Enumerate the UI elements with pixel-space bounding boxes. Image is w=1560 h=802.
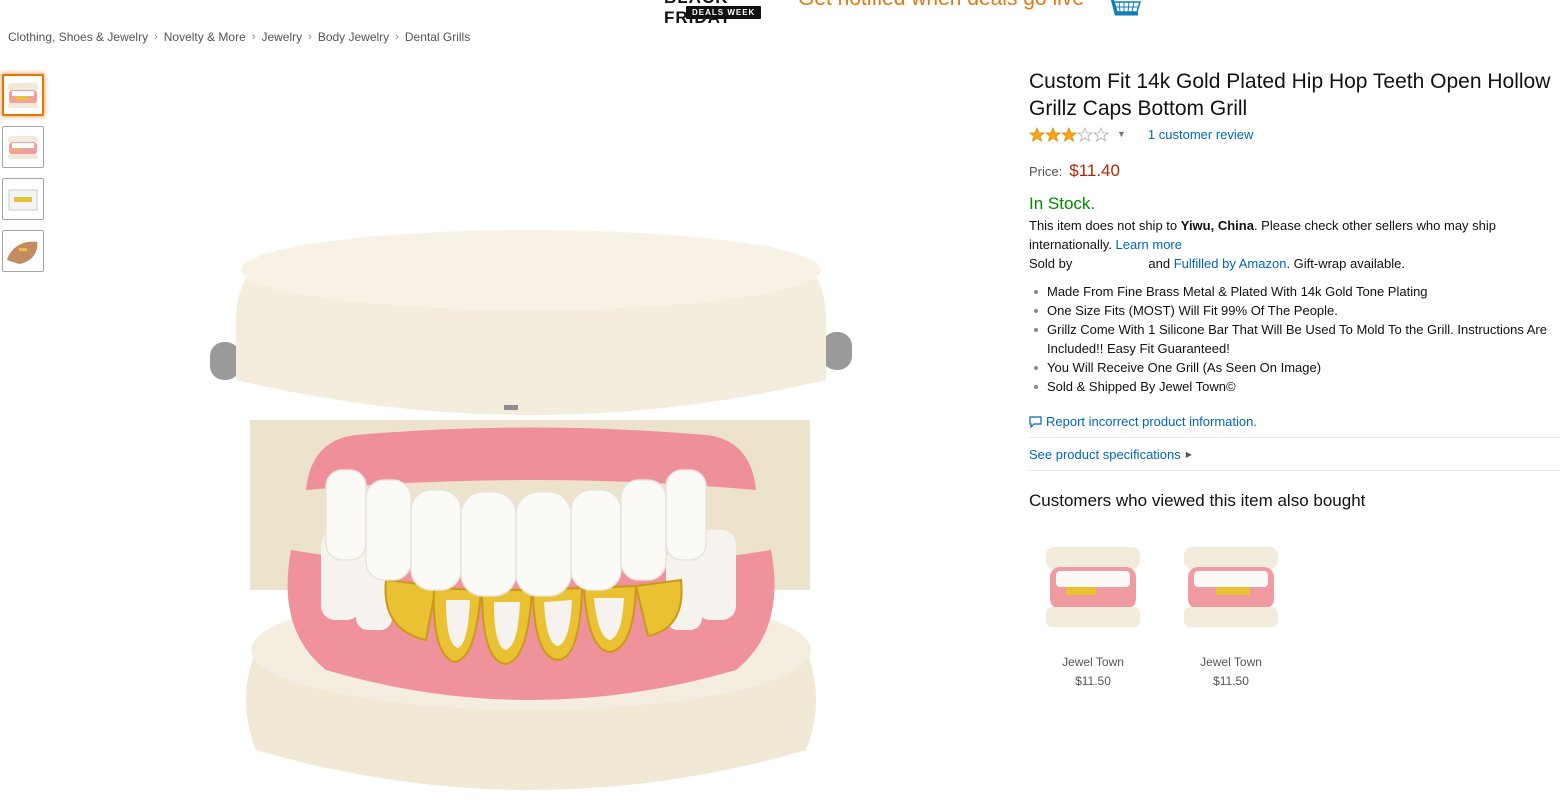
thumbnail-2[interactable]	[2, 126, 44, 168]
price-row: Price: $11.40	[1029, 161, 1560, 181]
grill-box-thumb-icon	[8, 189, 38, 211]
star-empty-icon	[1077, 126, 1093, 142]
rating-row: ▼ 1 customer review	[1029, 125, 1560, 143]
product-title: Custom Fit 14k Gold Plated Hip Hop Teeth…	[1029, 70, 1551, 120]
breadcrumb-item[interactable]: Body Jewelry	[318, 30, 389, 44]
also-bought-item[interactable]: Jewel Town $11.50	[1029, 543, 1157, 688]
also-bought-brand: Jewel Town	[1062, 655, 1124, 669]
thumbnail-4[interactable]	[2, 230, 44, 272]
star-full-icon	[1045, 126, 1061, 142]
feature-bullet: Sold & Shipped By Jewel Town©	[1034, 377, 1560, 396]
speech-bubble-icon	[1029, 415, 1042, 428]
customer-review-link[interactable]: 1 customer review	[1148, 127, 1253, 142]
breadcrumb-separator: ›	[308, 31, 312, 43]
also-bought-carousel: Jewel Town $11.50 Jewel Town $11.50	[1029, 543, 1560, 688]
also-bought-price: $11.50	[1075, 674, 1111, 688]
grill-hand-thumb-icon	[7, 241, 38, 264]
star-empty-icon	[1093, 126, 1109, 142]
feature-bullet: Grillz Come With 1 Silicone Bar That Wil…	[1034, 320, 1560, 358]
chevron-down-icon[interactable]: ▼	[1117, 129, 1126, 139]
thumbnail-strip	[2, 74, 44, 282]
thumbnail-3[interactable]	[2, 178, 44, 220]
breadcrumb-separator: ›	[251, 31, 256, 43]
breadcrumb-separator: ›	[395, 31, 399, 43]
grill-product-image	[1184, 547, 1278, 627]
star-full-icon	[1061, 126, 1077, 142]
report-incorrect-info-link[interactable]: Report incorrect product information.	[1029, 414, 1560, 429]
promo-banner[interactable]: BLACK FRIDAY DEALS WEEK Get notified whe…	[664, 0, 1144, 27]
price-value: $11.40	[1069, 161, 1120, 180]
learn-more-link[interactable]: Learn more	[1116, 237, 1182, 252]
also-bought-brand: Jewel Town	[1200, 655, 1262, 669]
breadcrumb-item[interactable]: Dental Grills	[405, 30, 470, 44]
shipping-notice: This item does not ship to Yiwu, China. …	[1029, 218, 1497, 252]
caret-right-icon: ▶	[1185, 449, 1192, 459]
main-product-image[interactable]	[196, 230, 866, 802]
grill-product-image	[1046, 547, 1140, 627]
promo-text[interactable]: Get notified when deals go live	[798, 0, 1084, 12]
grill-front-thumb-icon	[8, 83, 38, 108]
breadcrumb-item[interactable]: Jewelry	[261, 30, 302, 44]
feature-bullets: Made From Fine Brass Metal & Plated With…	[1029, 282, 1560, 396]
breadcrumb: Clothing, Shoes & Jewelry › Novelty & Mo…	[8, 30, 470, 44]
breadcrumb-item[interactable]: Clothing, Shoes & Jewelry	[8, 30, 148, 44]
feature-bullet: You Will Receive One Grill (As Seen On I…	[1034, 358, 1560, 377]
star-rating[interactable]	[1029, 126, 1109, 142]
black-friday-logo: BLACK FRIDAY DEALS WEEK	[664, 0, 782, 27]
star-full-icon	[1029, 126, 1045, 142]
divider	[1029, 470, 1560, 471]
also-bought-price: $11.50	[1213, 674, 1249, 688]
ship-location: Yiwu, China	[1180, 218, 1254, 233]
see-product-specifications-link[interactable]: See product specifications ▶	[1029, 446, 1560, 462]
fulfilled-by-amazon-link[interactable]: Fulfilled by Amazon	[1174, 256, 1287, 271]
grill-angle-thumb-icon	[8, 136, 38, 159]
thumbnail-1[interactable]	[2, 74, 44, 116]
deals-week-badge: DEALS WEEK	[686, 6, 762, 19]
also-bought-heading: Customers who viewed this item also boug…	[1029, 491, 1366, 510]
breadcrumb-separator: ›	[154, 31, 158, 43]
breadcrumb-item[interactable]: Novelty & More	[164, 30, 246, 44]
divider	[1029, 437, 1560, 438]
price-label: Price:	[1029, 164, 1063, 179]
also-bought-item[interactable]: Jewel Town $11.50	[1167, 543, 1295, 688]
cart-icon	[1110, 0, 1142, 16]
feature-bullet: One Size Fits (MOST) Will Fit 99% Of The…	[1034, 301, 1560, 320]
product-details: Custom Fit 14k Gold Plated Hip Hop Teeth…	[1029, 60, 1560, 688]
stock-status: In Stock.	[1029, 194, 1096, 213]
sold-by-row: Sold by and Fulfilled by Amazon. Gift-wra…	[1029, 256, 1405, 271]
feature-bullet: Made From Fine Brass Metal & Plated With…	[1034, 282, 1560, 301]
